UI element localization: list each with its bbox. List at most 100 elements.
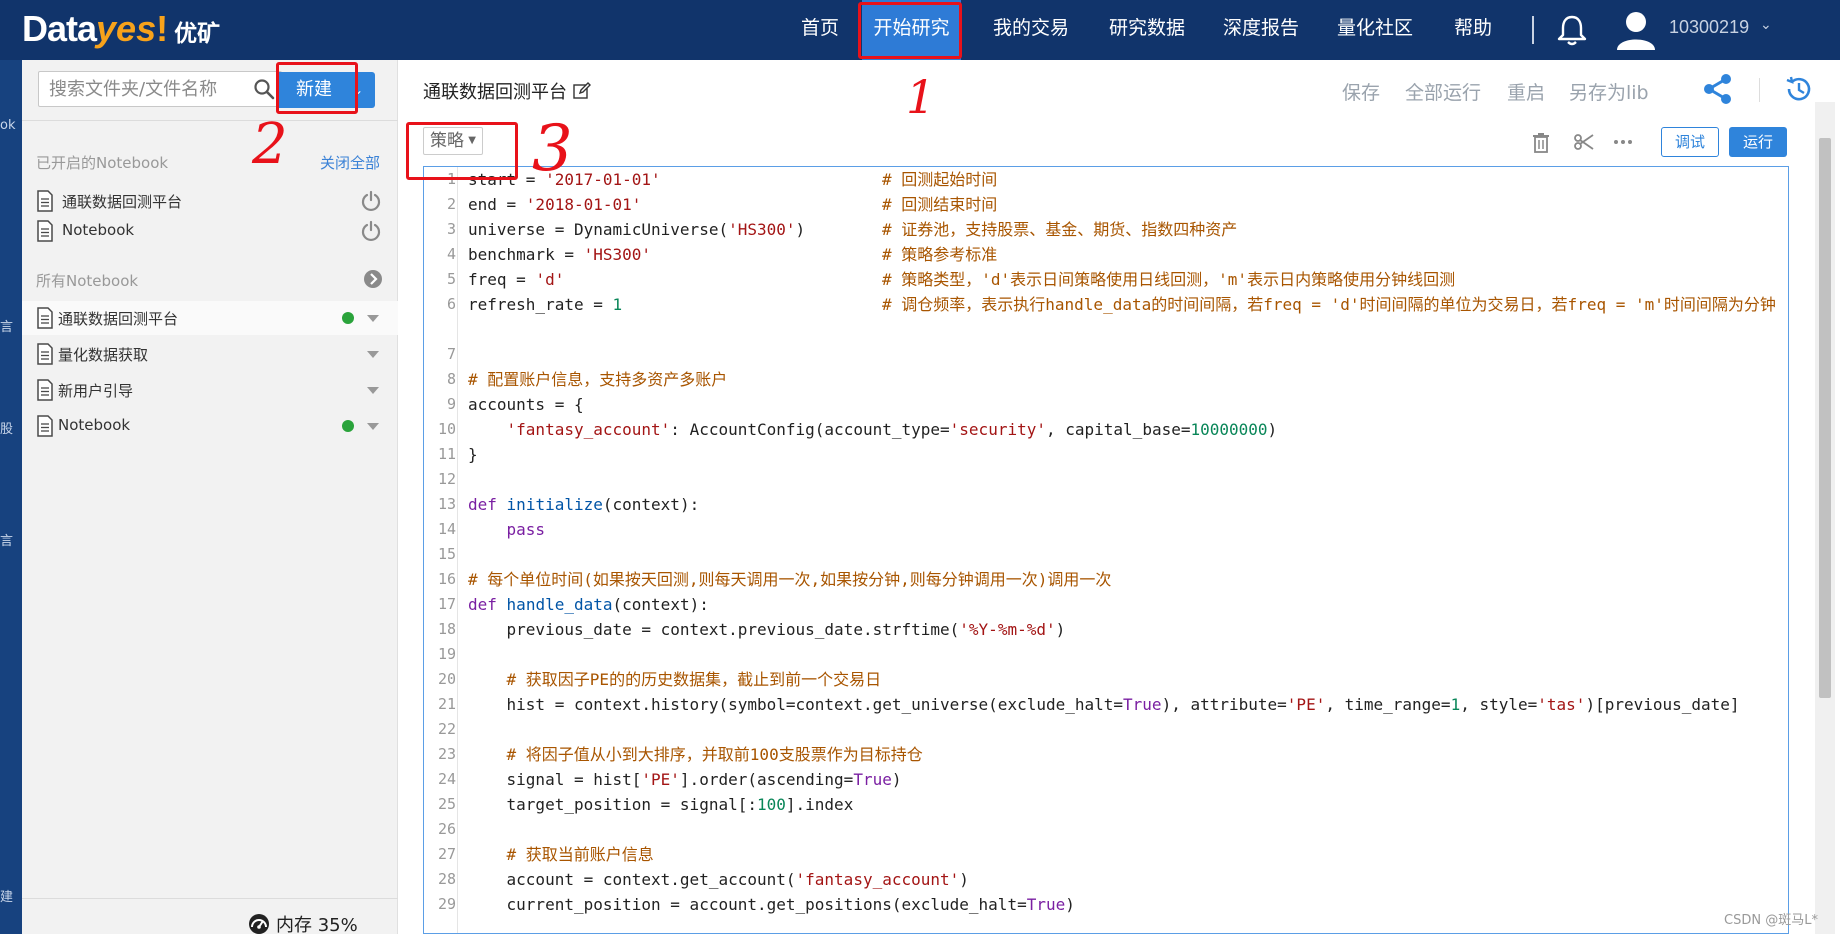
left-strip-text: ok xyxy=(0,118,15,133)
code-line[interactable]: 23 # 将因子值从小到大排序，并取前100支股票作为目标持仓 xyxy=(424,742,1788,767)
code-line[interactable]: 4benchmark = 'HS300'# 策略参考标准 xyxy=(424,242,1788,267)
notebook-title[interactable]: 通联数据回测平台 xyxy=(423,78,591,104)
annotation-number: 1 xyxy=(906,70,935,124)
code-line[interactable]: 13def initialize(context): xyxy=(424,492,1788,517)
code-line[interactable]: 19 xyxy=(424,642,1788,667)
notebook-list-item[interactable]: Notebook xyxy=(22,409,398,443)
open-notebook-item[interactable]: 通联数据回测平台 xyxy=(22,184,398,218)
code-line[interactable]: 11} xyxy=(424,442,1788,467)
scrollbar-thumb[interactable] xyxy=(1819,138,1831,698)
code-line[interactable]: 27 # 获取当前账户信息 xyxy=(424,842,1788,867)
scrollbar-arrow-up[interactable] xyxy=(1815,102,1835,118)
nav-deep-reports[interactable]: 深度报告 xyxy=(1214,0,1308,60)
code-line[interactable]: 21 hist = context.history(symbol=context… xyxy=(424,692,1788,717)
arrow-right-circle-icon[interactable] xyxy=(362,268,384,290)
line-number: 17 xyxy=(424,592,456,617)
memory-indicator: 内存 35% xyxy=(248,911,358,937)
notebook-editor-area: 通联数据回测平台 保存 全部运行 重启 另存为lib 策略 ▼ xyxy=(399,60,1840,934)
debug-button[interactable]: 调试 xyxy=(1661,127,1719,157)
notebook-list-item[interactable]: 通联数据回测平台 xyxy=(22,301,398,335)
line-number: 25 xyxy=(424,792,456,817)
line-number: 2 xyxy=(424,192,456,217)
bell-icon[interactable] xyxy=(1554,12,1590,48)
notebook-list-item[interactable]: 量化数据获取 xyxy=(22,337,398,371)
notebook-name: 通联数据回测平台 xyxy=(62,191,182,212)
code-text: # 每个单位时间(如果按天回测,则每天调用一次,如果按分钟,则每分钟调用一次)调… xyxy=(468,567,1782,592)
save-as-lib-button[interactable]: 另存为lib xyxy=(1569,78,1649,105)
edit-icon[interactable] xyxy=(573,82,591,100)
history-icon[interactable] xyxy=(1784,74,1814,104)
code-line[interactable]: 26 xyxy=(424,817,1788,842)
annotation-box xyxy=(406,122,518,180)
caret-down-icon[interactable] xyxy=(366,347,380,361)
save-button[interactable]: 保存 xyxy=(1342,78,1380,105)
nav-help[interactable]: 帮助 xyxy=(1448,0,1498,60)
search-input[interactable] xyxy=(39,72,239,106)
nav-quant-community[interactable]: 量化社区 xyxy=(1328,0,1422,60)
code-line[interactable]: 1start = '2017-01-01'# 回测起始时间 xyxy=(424,167,1788,192)
line-number: 22 xyxy=(424,717,456,742)
open-notebook-item[interactable]: Notebook xyxy=(22,214,398,248)
restart-button[interactable]: 重启 xyxy=(1507,78,1545,105)
code-line[interactable]: 24 signal = hist['PE'].order(ascending=T… xyxy=(424,767,1788,792)
code-line[interactable]: 28 account = context.get_account('fantas… xyxy=(424,867,1788,892)
gauge-icon xyxy=(248,913,270,935)
code-line[interactable]: 25 target_position = signal[:100].index xyxy=(424,792,1788,817)
caret-down-icon[interactable] xyxy=(366,419,380,433)
code-line[interactable]: 29 current_position = account.get_positi… xyxy=(424,892,1788,917)
vertical-scrollbar[interactable] xyxy=(1815,118,1835,934)
code-text: # 获取因子PE的的历史数据集，截止到前一个交易日 xyxy=(468,667,1782,692)
code-line[interactable]: 17def handle_data(context): xyxy=(424,592,1788,617)
code-line[interactable]: 3universe = DynamicUniverse('HS300')# 证券… xyxy=(424,217,1788,242)
code-line[interactable]: 20 # 获取因子PE的的历史数据集，截止到前一个交易日 xyxy=(424,667,1788,692)
code-line[interactable]: 16# 每个单位时间(如果按天回测,则每天调用一次,如果按分钟,则每分钟调用一次… xyxy=(424,567,1788,592)
code-line[interactable]: 8# 配置账户信息，支持多资产多账户 xyxy=(424,367,1788,392)
annotation-number: 2 xyxy=(252,112,288,177)
code-text: target_position = signal[:100].index xyxy=(468,792,1782,817)
code-line[interactable]: 14 pass xyxy=(424,517,1788,542)
caret-down-icon[interactable] xyxy=(366,383,380,397)
user-avatar-icon[interactable] xyxy=(1614,8,1658,52)
chevron-down-icon[interactable]: ⌄ xyxy=(1760,17,1772,33)
code-line[interactable]: 5freq = 'd'# 策略类型，'d'表示日间策略使用日线回测，'m'表示日… xyxy=(424,267,1788,292)
line-number: 12 xyxy=(424,467,456,492)
code-line[interactable]: 18 previous_date = context.previous_date… xyxy=(424,617,1788,642)
search-icon[interactable] xyxy=(253,78,275,100)
line-number: 5 xyxy=(424,267,456,292)
code-text: } xyxy=(468,442,1782,467)
code-editor[interactable]: 1start = '2017-01-01'# 回测起始时间2end = '201… xyxy=(423,166,1789,934)
line-number: 9 xyxy=(424,392,456,417)
run-all-button[interactable]: 全部运行 xyxy=(1405,78,1481,105)
nav-my-trading[interactable]: 我的交易 xyxy=(984,0,1078,60)
close-all-link[interactable]: 关闭全部 xyxy=(320,152,380,173)
code-lines[interactable]: 1start = '2017-01-01'# 回测起始时间2end = '201… xyxy=(424,167,1788,917)
power-icon[interactable] xyxy=(360,220,382,242)
scissors-icon[interactable] xyxy=(1573,131,1595,153)
line-number: 14 xyxy=(424,517,456,542)
run-button[interactable]: 运行 xyxy=(1729,127,1787,157)
notebook-file-icon xyxy=(36,190,54,212)
share-icon[interactable] xyxy=(1701,72,1735,106)
code-line[interactable]: 10 'fantasy_account': AccountConfig(acco… xyxy=(424,417,1788,442)
code-line[interactable]: 2end = '2018-01-01'# 回测结束时间 xyxy=(424,192,1788,217)
more-icon[interactable] xyxy=(1612,131,1634,153)
code-line[interactable]: 9accounts = { xyxy=(424,392,1788,417)
left-strip-text: 言 xyxy=(0,530,13,549)
open-notebooks-title: 已开启的Notebook xyxy=(36,152,168,173)
nav-divider xyxy=(1532,16,1534,44)
datayes-logo[interactable]: Datayes!优矿 xyxy=(22,8,220,52)
trash-icon[interactable] xyxy=(1530,131,1552,153)
code-line[interactable]: 22 xyxy=(424,717,1788,742)
nav-home[interactable]: 首页 xyxy=(782,0,858,60)
code-line[interactable]: 12 xyxy=(424,467,1788,492)
notebook-list-item[interactable]: 新用户引导 xyxy=(22,373,398,407)
line-number: 20 xyxy=(424,667,456,692)
code-line[interactable]: 7 xyxy=(424,342,1788,367)
logo-cn-text: 优矿 xyxy=(174,14,220,48)
power-icon[interactable] xyxy=(360,190,382,212)
nav-research-data[interactable]: 研究数据 xyxy=(1100,0,1194,60)
user-id[interactable]: 10300219 xyxy=(1669,17,1749,38)
code-line[interactable]: 6refresh_rate = 1# 调仓频率，表示执行handle_data的… xyxy=(424,292,1788,342)
code-line[interactable]: 15 xyxy=(424,542,1788,567)
caret-down-icon[interactable] xyxy=(366,311,380,325)
